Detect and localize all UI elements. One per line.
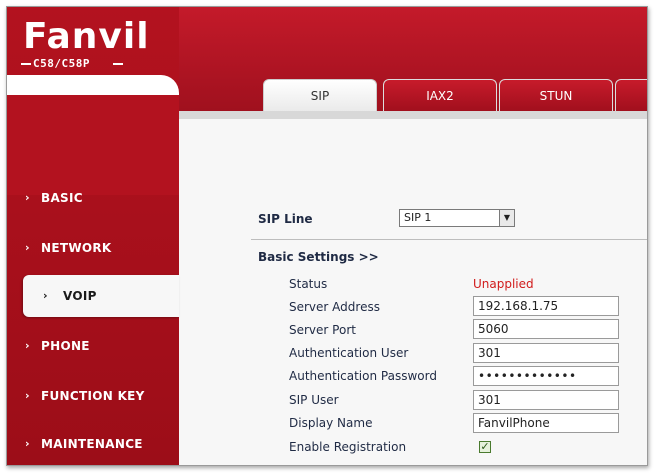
tab-iax2[interactable]: IAX2 xyxy=(383,79,497,111)
dropdown-arrow-icon[interactable]: ▼ xyxy=(499,210,514,226)
status-value: Unapplied xyxy=(473,277,534,291)
tab-stun[interactable]: STUN xyxy=(499,79,613,111)
sidebar-item-label: PHONE xyxy=(41,339,90,353)
sip-user-input[interactable]: 301 xyxy=(473,390,619,410)
sidebar-item-label: FUNCTION KEY xyxy=(41,389,145,403)
sidebar-item-phone[interactable]: › PHONE xyxy=(7,325,179,367)
sidebar-item-function-key[interactable]: › FUNCTION KEY xyxy=(7,375,179,417)
chevron-right-icon: › xyxy=(43,289,48,302)
sip-line-label: SIP Line xyxy=(258,212,313,226)
display-name-label: Display Name xyxy=(289,416,373,430)
enable-registration-label: Enable Registration xyxy=(289,440,407,454)
server-port-input[interactable]: 5060 xyxy=(473,319,619,339)
status-label: Status xyxy=(289,277,328,291)
sip-user-label: SIP User xyxy=(289,393,339,407)
server-port-label: Server Port xyxy=(289,323,356,337)
sidebar-item-voip[interactable]: › VOIP xyxy=(23,275,179,317)
tab-next-partial[interactable] xyxy=(615,79,647,111)
sidebar-item-basic[interactable]: › BASIC xyxy=(7,177,179,219)
sidebar-item-maintenance[interactable]: › MAINTENANCE xyxy=(7,423,179,465)
server-address-label: Server Address xyxy=(289,300,380,314)
browser-frame: Fanvil C58/C58P SIP IAX2 STUN › BASIC › NE… xyxy=(6,6,648,466)
chevron-right-icon: › xyxy=(25,241,30,254)
sidebar-item-label: BASIC xyxy=(41,191,83,205)
auth-password-input[interactable]: ••••••••••••• xyxy=(473,366,619,386)
separator xyxy=(251,239,647,240)
model-divider-left xyxy=(21,63,31,65)
section-title[interactable]: Basic Settings >> xyxy=(258,250,379,264)
checkmark-icon: ✓ xyxy=(480,440,490,453)
sidebar-item-network[interactable]: › NETWORK xyxy=(7,227,179,269)
display-name-input[interactable]: FanvilPhone xyxy=(473,413,619,433)
enable-registration-checkbox[interactable]: ✓ xyxy=(479,441,491,453)
model-name: C58/C58P xyxy=(33,57,90,70)
chevron-right-icon: › xyxy=(25,437,30,450)
model-divider-right xyxy=(113,63,123,65)
sidebar-item-label: MAINTENANCE xyxy=(41,437,143,451)
sidebar-item-label: VOIP xyxy=(63,289,97,303)
server-address-input[interactable]: 192.168.1.75 xyxy=(473,296,619,316)
sip-line-value: SIP 1 xyxy=(404,211,432,224)
sip-line-select[interactable]: SIP 1 ▼ xyxy=(399,209,515,227)
auth-user-input[interactable]: 301 xyxy=(473,343,619,363)
chevron-right-icon: › xyxy=(25,389,30,402)
tab-sip[interactable]: SIP xyxy=(263,79,377,113)
brand-logo: Fanvil xyxy=(23,16,150,57)
chevron-right-icon: › xyxy=(25,339,30,352)
auth-password-label: Authentication Password xyxy=(289,369,437,383)
auth-user-label: Authentication User xyxy=(289,346,409,360)
chevron-right-icon: › xyxy=(25,191,30,204)
sidebar-item-label: NETWORK xyxy=(41,241,112,255)
